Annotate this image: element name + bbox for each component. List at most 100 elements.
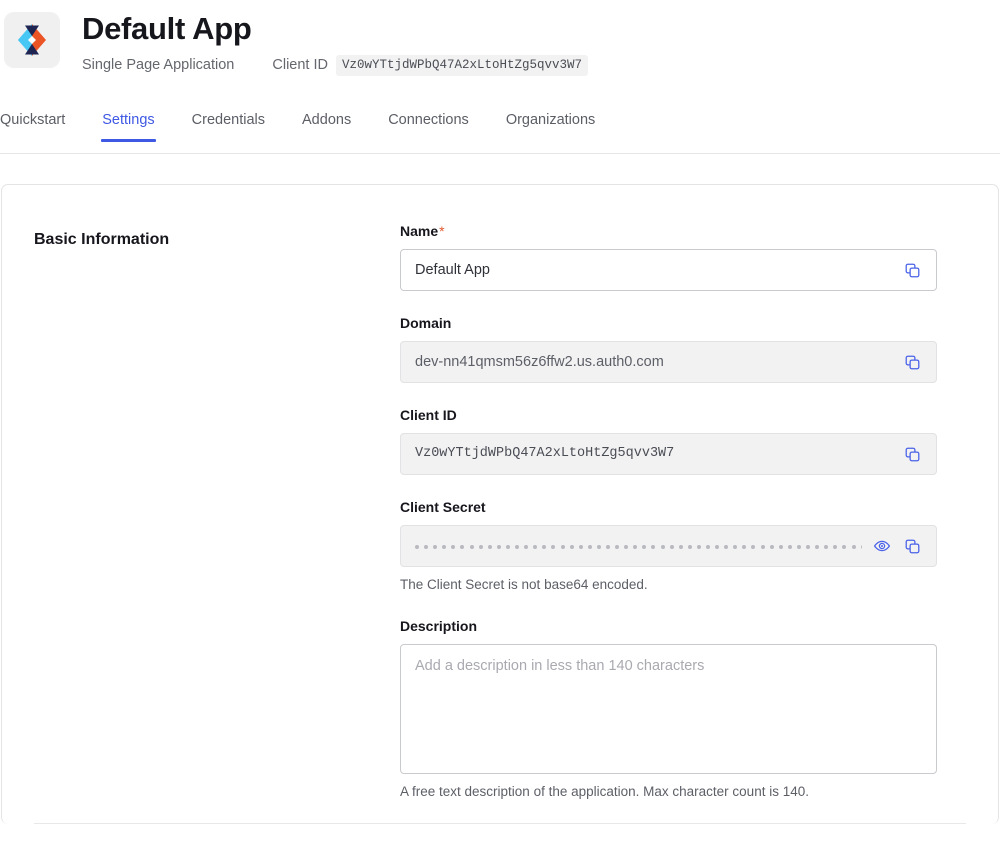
mask-dot [851, 544, 856, 549]
mask-dot [442, 544, 447, 549]
mask-dot [605, 544, 610, 549]
copy-client-secret-button[interactable] [902, 536, 922, 556]
mask-dot [415, 544, 419, 549]
mask-dot [451, 544, 456, 549]
tab-addons[interactable]: Addons [302, 111, 351, 142]
header-client-id-value[interactable]: Vz0wYTtjdWPbQ47A2xLtoHtZg5qvv3W7 [335, 54, 589, 76]
mask-dot [615, 544, 620, 549]
app-meta: Single Page Application Client ID Vz0wYT… [82, 54, 589, 76]
card-right-column: Name* Domain [400, 215, 937, 824]
mask-dot [715, 544, 720, 549]
description-textarea-wrap[interactable] [400, 644, 937, 774]
description-textarea[interactable] [415, 656, 922, 762]
mask-dot [678, 544, 683, 549]
copy-icon [904, 262, 921, 279]
field-client-secret: Client Secret The Client Secret is not b… [400, 497, 937, 594]
mask-dot [533, 544, 538, 549]
auth0-hexagon-logo-icon [12, 20, 52, 60]
client-secret-masked-value [415, 536, 862, 556]
field-description: Description A free text description of t… [400, 616, 937, 801]
tab-credentials[interactable]: Credentials [192, 111, 265, 142]
mask-dot [505, 544, 510, 549]
mask-dot [478, 544, 483, 549]
mask-dot [842, 544, 847, 549]
tab-quickstart[interactable]: Quickstart [0, 111, 65, 142]
field-name-label-text: Name [400, 223, 439, 239]
client-secret-help-text: The Client Secret is not base64 encoded. [400, 577, 648, 592]
mask-dot [487, 544, 492, 549]
mask-dot [824, 544, 829, 549]
mask-dot [460, 544, 465, 549]
domain-input [415, 352, 892, 372]
copy-icon [904, 538, 921, 555]
client-id-input [415, 444, 892, 464]
mask-dot [578, 544, 583, 549]
field-domain: Domain [400, 313, 937, 383]
page-title: Default App [82, 11, 252, 46]
mask-dot [433, 544, 438, 549]
name-input[interactable] [415, 260, 892, 280]
mask-dot [551, 544, 556, 549]
app-type-label: Single Page Application [82, 57, 235, 73]
header-client-id-label: Client ID [272, 57, 328, 73]
mask-dot [560, 544, 565, 549]
mask-dot [778, 544, 783, 549]
mask-dot [833, 544, 838, 549]
mask-dot [587, 544, 592, 549]
field-client-secret-label: Client Secret [400, 499, 486, 515]
eye-icon [873, 537, 891, 555]
mask-dot [706, 544, 710, 549]
mask-dot [515, 544, 520, 549]
mask-dot [469, 544, 474, 549]
tab-connections[interactable]: Connections [388, 111, 469, 142]
required-marker: * [439, 223, 445, 239]
field-description-label: Description [400, 618, 478, 634]
mask-dot [424, 544, 429, 549]
mask-dot [569, 544, 574, 549]
field-name-label: Name* [400, 221, 937, 241]
mask-dot [806, 544, 811, 549]
mask-dot [696, 544, 701, 549]
mask-dot [524, 544, 529, 549]
mask-dot [787, 544, 792, 549]
mask-dot [669, 544, 674, 549]
mask-dot [496, 544, 501, 549]
app-header-text: Default App Single Page Application Clie… [82, 8, 589, 76]
mask-dot [751, 544, 756, 549]
name-input-wrap[interactable] [400, 249, 937, 291]
mask-dot [633, 544, 638, 549]
field-client-id-label: Client ID [400, 407, 457, 423]
mask-dot [796, 544, 801, 549]
copy-name-button[interactable] [902, 260, 922, 280]
field-domain-label: Domain [400, 315, 452, 331]
tab-organizations[interactable]: Organizations [506, 111, 595, 142]
mask-dot [815, 544, 820, 549]
mask-dot [651, 544, 656, 549]
card-left-column: Basic Information [34, 215, 400, 824]
app-header: Default App Single Page Application Clie… [0, 0, 1000, 76]
copy-domain-button[interactable] [902, 352, 922, 372]
copy-icon [904, 446, 921, 463]
mask-dot [860, 544, 862, 549]
mask-dot [660, 544, 665, 549]
tab-settings[interactable]: Settings [101, 111, 157, 142]
mask-dot [624, 544, 629, 549]
domain-input-wrap [400, 341, 937, 383]
tab-bar: Quickstart Settings Credentials Addons C… [0, 111, 1000, 154]
copy-client-id-button[interactable] [902, 444, 922, 464]
mask-dot [542, 544, 547, 549]
mask-dot [733, 544, 738, 549]
reveal-client-secret-button[interactable] [872, 536, 892, 556]
field-client-id: Client ID [400, 405, 937, 475]
field-name: Name* [400, 221, 937, 291]
mask-dot [760, 544, 765, 549]
app-logo [4, 12, 60, 68]
copy-icon [904, 354, 921, 371]
mask-dot [769, 544, 774, 549]
mask-dot [642, 544, 647, 549]
card-bottom-divider [34, 823, 966, 824]
basic-information-card: Basic Information Name* Default App Doma… [1, 184, 999, 824]
client-secret-input-wrap [400, 525, 937, 567]
mask-dot [596, 544, 601, 549]
mask-dot [724, 544, 729, 549]
